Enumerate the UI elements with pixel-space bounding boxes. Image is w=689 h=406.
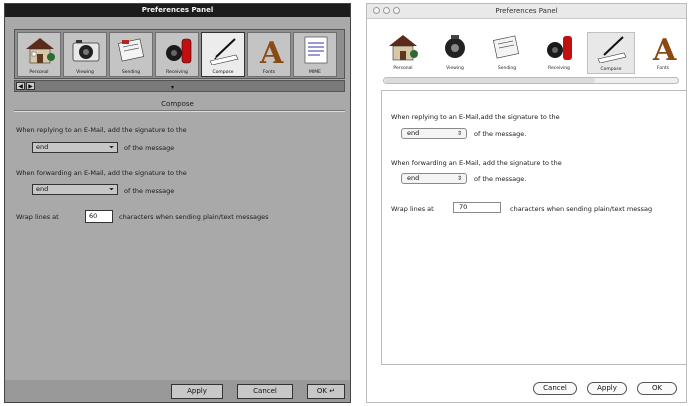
preferences-window-aqua: Preferences Panel Personal Viewing Sendi…	[366, 3, 687, 403]
tool-label: Fonts	[656, 66, 670, 71]
window-title: Preferences Panel	[5, 4, 350, 17]
scrollbar-thumb[interactable]	[385, 78, 595, 83]
popup-arrow-icon: ⏷	[109, 144, 114, 151]
window-title: Preferences Panel	[367, 4, 686, 19]
tool-personal[interactable]: Personal	[17, 32, 61, 77]
reply-signature-popup[interactable]: end ⏷	[32, 142, 118, 153]
tool-label: Fonts	[262, 70, 276, 75]
house-icon	[389, 35, 418, 61]
tool-receiving[interactable]: Receiving	[535, 32, 583, 74]
mailbox-icon	[547, 36, 572, 60]
wrap-width-field[interactable]: 70	[453, 202, 501, 213]
tool-label: Viewing	[446, 66, 464, 71]
camera-icon	[72, 40, 100, 62]
wrap-prefix: Wrap lines at	[391, 205, 434, 213]
ok-button[interactable]: OK ↵	[307, 384, 345, 399]
forward-signature-popup[interactable]: end ⏷	[32, 184, 118, 195]
tool-fonts[interactable]: A Fonts	[247, 32, 291, 77]
forward-signature-popup[interactable]: end ⇕	[401, 173, 467, 184]
svg-text:A: A	[259, 36, 284, 65]
tool-label: Compose	[600, 67, 622, 72]
return-icon: ↵	[329, 387, 336, 395]
tool-sending[interactable]: Sending	[109, 32, 153, 77]
tool-label: Compose	[212, 70, 234, 75]
pen-paper-icon	[209, 38, 239, 65]
wrap-suffix: characters when sending plain/text messa…	[510, 205, 653, 213]
tool-viewing[interactable]: Viewing	[431, 32, 479, 74]
reply-suffix: of the message.	[474, 130, 527, 138]
mailbox-icon	[166, 38, 192, 64]
svg-text:A: A	[652, 33, 677, 62]
toolbar-scroller[interactable]: ◀ ▶	[14, 80, 345, 92]
wrap-prefix: Wrap lines at	[16, 213, 59, 221]
cancel-button[interactable]: Cancel	[237, 384, 293, 399]
tool-label: MIME	[309, 70, 321, 75]
apply-button[interactable]: Apply	[171, 384, 223, 399]
popup-value: end	[407, 174, 420, 182]
tool-label: Personal	[393, 66, 413, 71]
mail-send-icon	[493, 35, 519, 59]
tool-label: Receiving	[166, 70, 188, 75]
tool-fonts[interactable]: A Fonts	[639, 32, 687, 74]
tool-personal[interactable]: Personal	[379, 32, 427, 74]
popup-value: end	[407, 129, 420, 137]
forward-label: When forwarding an E-Mail, add the signa…	[391, 159, 562, 167]
minimize-icon[interactable]	[383, 7, 390, 14]
tool-label: Viewing	[76, 70, 94, 75]
reply-suffix: of the message	[124, 144, 175, 152]
ok-button[interactable]: OK	[637, 382, 677, 395]
tool-sending[interactable]: Sending	[483, 32, 531, 74]
wrap-width-field[interactable]: 60	[85, 210, 113, 223]
zoom-icon[interactable]	[393, 7, 400, 14]
popup-value: end	[36, 185, 49, 193]
reply-label: When replying to an E-Mail,add the signa…	[391, 113, 560, 121]
pen-paper-icon	[597, 36, 627, 63]
reply-signature-popup[interactable]: end ⇕	[401, 128, 467, 139]
preferences-window-next: Preferences Panel Personal Viewing Sendi…	[4, 3, 351, 403]
section-title: Compose	[161, 100, 194, 108]
toolbar: Personal Viewing Sending Receiving Compo…	[14, 29, 345, 79]
tool-label: Sending	[497, 66, 517, 71]
ok-label: OK	[316, 387, 327, 395]
mail-send-icon	[118, 38, 144, 62]
scroll-left-button[interactable]: ◀	[16, 82, 25, 90]
tool-compose[interactable]: Compose	[201, 32, 245, 77]
tool-compose[interactable]: Compose	[587, 32, 635, 74]
tool-receiving[interactable]: Receiving	[155, 32, 199, 77]
cancel-button[interactable]: Cancel	[533, 382, 577, 395]
font-a-icon: A	[652, 33, 677, 62]
forward-suffix: of the message.	[474, 175, 527, 183]
popup-arrow-icon: ⇕	[456, 130, 462, 137]
reply-label: When replying to an E-Mail, add the sign…	[16, 126, 187, 134]
popup-arrow-icon: ⏷	[109, 186, 114, 193]
apply-button[interactable]: Apply	[587, 382, 627, 395]
camera-icon	[445, 35, 465, 58]
house-icon	[26, 38, 55, 64]
wrap-suffix: characters when sending plain/text messa…	[119, 213, 269, 221]
document-icon	[304, 36, 328, 64]
popup-value: end	[36, 143, 49, 151]
scroll-marker-icon: ▾	[171, 84, 175, 91]
tool-label: Personal	[29, 70, 49, 75]
close-icon[interactable]	[373, 7, 380, 14]
scroll-right-button[interactable]: ▶	[26, 82, 35, 90]
forward-label: When forwarding an E-Mail, add the signa…	[16, 169, 187, 177]
popup-arrow-icon: ⇕	[456, 175, 462, 182]
font-a-icon: A	[259, 36, 284, 65]
section-divider	[14, 110, 345, 112]
tool-label: Receiving	[548, 66, 570, 71]
tool-label: Sending	[121, 70, 141, 75]
tool-mime[interactable]: MIME	[293, 32, 337, 77]
tool-viewing[interactable]: Viewing	[63, 32, 107, 77]
forward-suffix: of the message	[124, 187, 175, 195]
